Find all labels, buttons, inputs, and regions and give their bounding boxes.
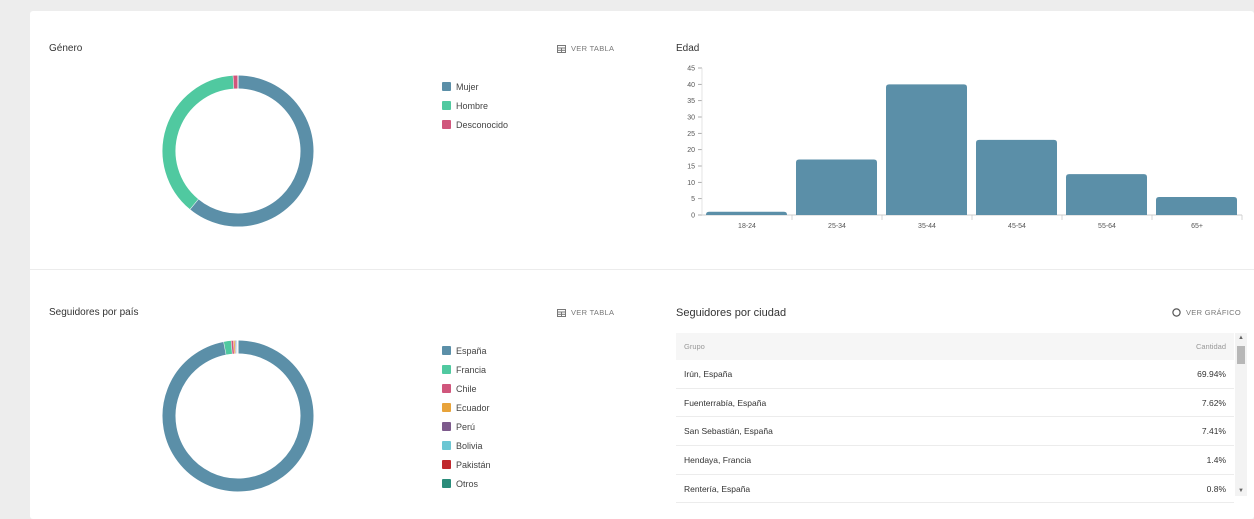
- city-group: Rentería, España: [684, 483, 751, 494]
- table-icon: [557, 308, 566, 317]
- bar-55-64: [1066, 174, 1147, 215]
- legend-label: Ecuador: [456, 402, 490, 413]
- table-row: Irún, España 69.94%: [676, 360, 1234, 389]
- legend-swatch: [442, 460, 451, 469]
- bar-18-24: [706, 211, 787, 215]
- city-group: Irún, España: [684, 368, 733, 379]
- donut-slice: [162, 75, 235, 210]
- table-row: Fuenterrabía, España 7.62%: [676, 389, 1234, 418]
- country-legend: España Francia Chile Ecuador Perú Bolivia Paki…: [442, 341, 491, 493]
- table-row: San Sebastián, España 7.41%: [676, 417, 1234, 447]
- bar-25-34: [796, 159, 877, 215]
- y-tick-label: 30: [687, 115, 695, 122]
- city-group: San Sebastián, España: [684, 426, 773, 437]
- bar-45-54: [976, 139, 1057, 215]
- gender-ver-tabla-button[interactable]: VER TABLA: [557, 44, 614, 53]
- gender-title: Género: [49, 43, 83, 54]
- y-tick-label: 25: [687, 131, 695, 138]
- city-title: Seguidores por ciudad: [676, 307, 787, 319]
- legend-label: Pakistán: [456, 459, 491, 470]
- y-tick-label: 15: [687, 164, 695, 171]
- legend-swatch: [442, 441, 451, 450]
- x-tick-label: 35-44: [918, 223, 936, 230]
- x-tick-label: 45-54: [1008, 223, 1026, 230]
- city-group: Fuenterrabía, España: [684, 397, 767, 408]
- legend-item[interactable]: Francia: [442, 360, 491, 379]
- y-tick-label: 20: [687, 147, 695, 154]
- x-tick-label: 18-24: [738, 223, 756, 230]
- bar-65+: [1156, 197, 1237, 215]
- legend-label: Perú: [456, 421, 476, 432]
- legend-label: Hombre: [456, 100, 489, 111]
- legend-item[interactable]: Bolivia: [442, 436, 491, 455]
- legend-swatch: [442, 82, 451, 91]
- table-row: Hendaya, Francia 1.4%: [676, 446, 1234, 475]
- city-table: Grupo Cantidad Irún, España 69.94% Fuenter…: [676, 333, 1234, 504]
- x-tick-label: 55-64: [1098, 223, 1116, 230]
- table-header: Grupo Cantidad: [676, 333, 1234, 360]
- scroll-up-arrow-icon[interactable]: ▲: [1238, 335, 1244, 341]
- city-amount: 7.62%: [1201, 397, 1226, 408]
- city-amount: 69.94%: [1197, 368, 1226, 379]
- legend-item[interactable]: Perú: [442, 417, 491, 436]
- y-tick-label: 5: [691, 196, 695, 203]
- age-title: Edad: [676, 43, 700, 54]
- legend-swatch: [442, 101, 451, 110]
- table-row: Rentería, España 0.8%: [676, 475, 1234, 504]
- ver-grafico-button[interactable]: VER GRÁFICO: [1172, 308, 1241, 317]
- legend-label: Otros: [456, 478, 479, 489]
- age-bar-chart: 0 5 10 15 20 25 30 35 40 45 18-24 25-34 35-44 45-54 55…: [687, 66, 1243, 230]
- column-header-cantidad: Cantidad: [1195, 342, 1226, 351]
- legend-swatch: [442, 120, 451, 129]
- legend-label: Desconocido: [456, 119, 509, 130]
- legend-item[interactable]: Hombre: [442, 96, 508, 115]
- x-tick-label: 25-34: [828, 223, 846, 230]
- city-amount: 7.41%: [1201, 426, 1226, 437]
- table-scrollbar[interactable]: ▲ ▼: [1235, 333, 1247, 496]
- scrollbar-thumb[interactable]: [1237, 346, 1245, 364]
- circle-chart-icon: [1172, 308, 1181, 317]
- y-tick-label: 0: [691, 213, 695, 220]
- legend-item[interactable]: España: [442, 341, 491, 360]
- scroll-down-arrow-icon[interactable]: ▼: [1238, 488, 1244, 494]
- column-header-grupo: Grupo: [684, 342, 705, 351]
- legend-label: Bolivia: [456, 440, 483, 451]
- legend-label: Mujer: [456, 81, 479, 92]
- city-group: Hendaya, Francia: [684, 454, 752, 465]
- legend-swatch: [442, 365, 451, 374]
- gender-legend: Mujer Hombre Desconocido: [442, 77, 508, 134]
- donut-slice: [189, 75, 314, 227]
- table-icon: [557, 44, 566, 53]
- legend-label: España: [456, 345, 487, 356]
- section-divider: [30, 269, 1254, 270]
- legend-item[interactable]: Mujer: [442, 77, 508, 96]
- city-amount: 1.4%: [1206, 454, 1226, 465]
- bar-35-44: [886, 84, 967, 215]
- legend-swatch: [442, 346, 451, 355]
- legend-item[interactable]: Ecuador: [442, 398, 491, 417]
- x-tick-label: 65+: [1191, 223, 1203, 230]
- country-title: Seguidores por país: [49, 307, 139, 318]
- country-ver-tabla-button[interactable]: VER TABLA: [557, 308, 614, 317]
- legend-item[interactable]: Desconocido: [442, 115, 508, 134]
- y-tick-label: 35: [687, 98, 695, 105]
- legend-item[interactable]: Otros: [442, 474, 491, 493]
- country-donut-chart: [162, 340, 314, 492]
- y-tick-label: 45: [687, 66, 695, 73]
- city-amount: 0.8%: [1206, 483, 1226, 494]
- legend-label: Francia: [456, 364, 487, 375]
- y-tick-label: 10: [687, 180, 695, 187]
- legend-swatch: [442, 422, 451, 431]
- legend-swatch: [442, 384, 451, 393]
- y-tick-label: 40: [687, 82, 695, 89]
- legend-swatch: [442, 403, 451, 412]
- legend-swatch: [442, 479, 451, 488]
- legend-item[interactable]: Pakistán: [442, 455, 491, 474]
- gender-donut-chart: [162, 75, 314, 227]
- donut-slice: [162, 340, 314, 492]
- legend-item[interactable]: Chile: [442, 379, 491, 398]
- donut-slice: [223, 340, 233, 355]
- legend-label: Chile: [456, 383, 477, 394]
